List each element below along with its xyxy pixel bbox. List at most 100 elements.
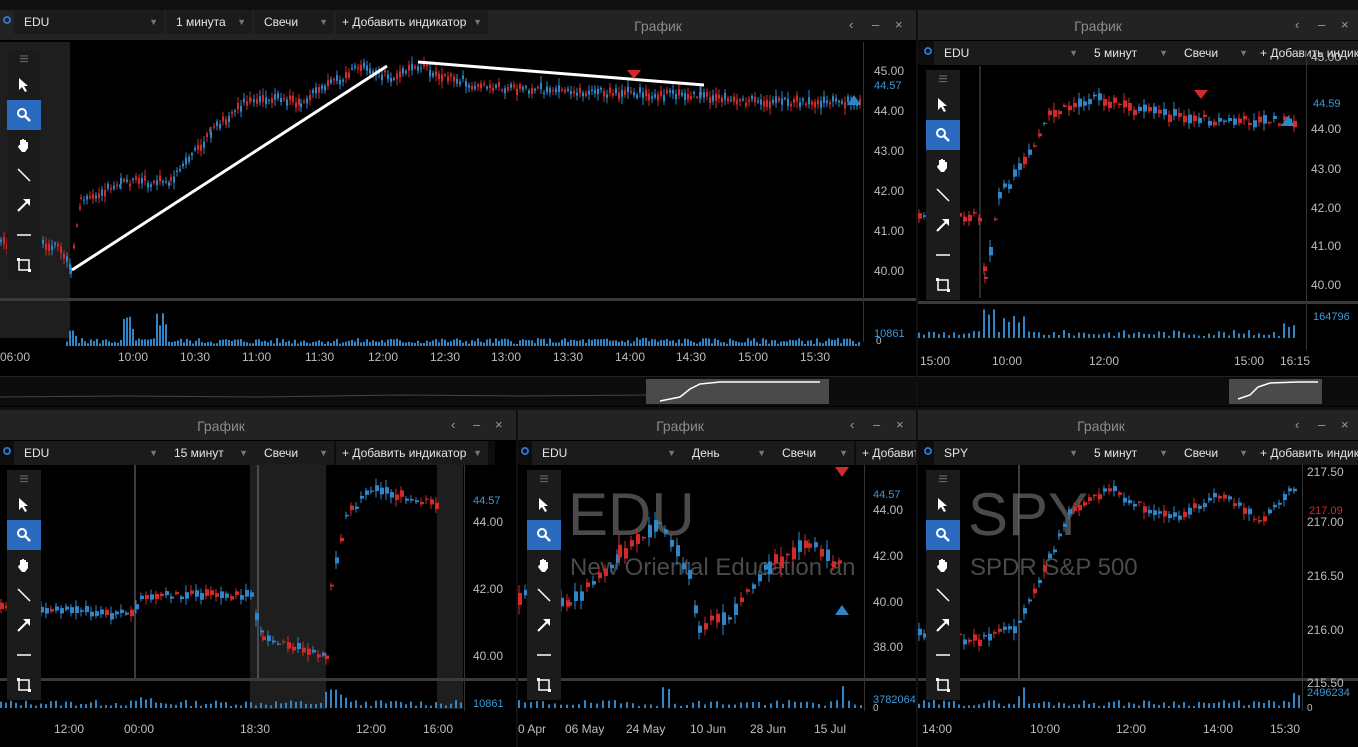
volume-bar: [783, 341, 785, 346]
hand-icon[interactable]: [7, 550, 41, 580]
window-titlebar[interactable]: График ‹ – ×: [918, 10, 1358, 40]
close-icon[interactable]: ×: [1341, 17, 1349, 32]
back-icon[interactable]: ‹: [850, 417, 854, 432]
interval-select[interactable]: День ▼: [682, 441, 772, 465]
interval-select[interactable]: 1 минута ▼: [166, 10, 252, 34]
chart-type-select[interactable]: Свечи ▼: [254, 10, 334, 34]
link-dot-icon[interactable]: [924, 447, 932, 455]
window-titlebar[interactable]: График ‹ – ×: [918, 410, 1358, 440]
link-dot-icon[interactable]: [924, 47, 932, 55]
arrow-icon[interactable]: [7, 190, 41, 220]
zoom-icon[interactable]: [7, 100, 41, 130]
link-dot-icon[interactable]: [3, 447, 11, 455]
add-indicator-button[interactable]: + Добавить: [856, 441, 916, 465]
drag-handle-icon[interactable]: ≡: [527, 470, 561, 490]
arrow-icon[interactable]: [926, 210, 960, 240]
minimize-icon[interactable]: –: [1318, 17, 1325, 32]
chart-type-select[interactable]: Свечи ▼: [772, 441, 854, 465]
candle: [534, 88, 536, 91]
chart-type-select[interactable]: Свечи ▼: [254, 441, 334, 465]
interval-select[interactable]: 5 минут ▼: [1084, 441, 1174, 465]
add-indicator-button[interactable]: + Добавить индикатор ▼: [336, 441, 488, 465]
drag-handle-icon[interactable]: ≡: [926, 470, 960, 490]
rect-icon[interactable]: [7, 250, 41, 280]
hand-icon[interactable]: [926, 550, 960, 580]
zoom-icon[interactable]: [7, 520, 41, 550]
rect-icon[interactable]: [926, 270, 960, 300]
close-icon[interactable]: ×: [1341, 417, 1349, 432]
link-dot-icon[interactable]: [3, 16, 11, 24]
symbol-input[interactable]: EDU ▼: [14, 441, 164, 465]
symbol-input[interactable]: EDU ▼: [934, 41, 1084, 65]
cursor-icon[interactable]: [527, 490, 561, 520]
cursor-icon[interactable]: [7, 70, 41, 100]
drag-handle-icon[interactable]: ≡: [926, 70, 960, 90]
cursor-icon[interactable]: [926, 490, 960, 520]
hline-icon[interactable]: [926, 640, 960, 670]
back-icon[interactable]: ‹: [849, 17, 853, 32]
hline-icon[interactable]: [926, 240, 960, 270]
line-icon[interactable]: [527, 580, 561, 610]
volume-separator[interactable]: [0, 298, 916, 301]
back-icon[interactable]: ‹: [451, 417, 455, 432]
symbol-input[interactable]: SPY ▼: [934, 441, 1084, 465]
interval-select[interactable]: 5 минут ▼: [1084, 41, 1174, 65]
minimize-icon[interactable]: –: [473, 417, 480, 432]
back-icon[interactable]: ‹: [1295, 417, 1299, 432]
drag-handle-icon[interactable]: ≡: [7, 470, 41, 490]
hand-icon[interactable]: [527, 550, 561, 580]
arrow-icon[interactable]: [527, 610, 561, 640]
volume-bar: [410, 701, 412, 708]
line-icon[interactable]: [7, 580, 41, 610]
zoom-icon[interactable]: [527, 520, 561, 550]
interval-select[interactable]: 15 минут ▼: [164, 441, 254, 465]
candle: [1008, 184, 1012, 189]
hand-icon[interactable]: [7, 130, 41, 160]
navigator-scrollbar[interactable]: [918, 376, 1358, 406]
minimize-icon[interactable]: –: [873, 417, 880, 432]
hline-icon[interactable]: [527, 640, 561, 670]
hline-icon[interactable]: [7, 640, 41, 670]
close-icon[interactable]: ×: [495, 417, 503, 432]
volume-bar: [723, 342, 725, 346]
window-titlebar[interactable]: График ‹ – ×: [518, 410, 916, 440]
line-icon[interactable]: [7, 160, 41, 190]
navigator-scrollbar[interactable]: [0, 376, 916, 406]
zoom-icon[interactable]: [926, 120, 960, 150]
line-icon[interactable]: [926, 180, 960, 210]
chart-type-select[interactable]: Свечи ▼: [1174, 41, 1254, 65]
volume-separator[interactable]: [0, 678, 516, 681]
line-icon[interactable]: [926, 580, 960, 610]
add-indicator-button[interactable]: + Добавить индикатор ▼: [336, 10, 488, 34]
minimize-icon[interactable]: –: [872, 17, 879, 32]
rect-icon[interactable]: [527, 670, 561, 700]
arrow-icon[interactable]: [7, 610, 41, 640]
rect-icon[interactable]: [926, 670, 960, 700]
symbol-input[interactable]: EDU ▼: [532, 441, 682, 465]
close-icon[interactable]: ×: [895, 17, 903, 32]
chart-type-select[interactable]: Свечи ▼: [1174, 441, 1254, 465]
arrow-icon[interactable]: [926, 610, 960, 640]
symbol-input[interactable]: EDU ▼: [14, 10, 164, 34]
volume-bar: [614, 700, 616, 708]
candle: [480, 83, 482, 89]
add-indicator-button[interactable]: + Добавить индикатор: [1254, 441, 1358, 465]
link-dot-icon[interactable]: [521, 447, 529, 455]
hline-icon[interactable]: [7, 220, 41, 250]
hand-icon[interactable]: [926, 150, 960, 180]
drag-handle-icon[interactable]: ≡: [7, 50, 41, 70]
window-titlebar[interactable]: График ‹ – ×: [0, 410, 516, 440]
back-icon[interactable]: ‹: [1295, 17, 1299, 32]
volume-bar: [150, 339, 152, 346]
volume-separator[interactable]: [918, 678, 1358, 681]
cursor-icon[interactable]: [926, 90, 960, 120]
volume-separator[interactable]: [518, 678, 916, 681]
close-icon[interactable]: ×: [896, 417, 904, 432]
cursor-icon[interactable]: [7, 490, 41, 520]
rect-icon[interactable]: [7, 670, 41, 700]
zoom-icon[interactable]: [926, 520, 960, 550]
minimize-icon[interactable]: –: [1318, 417, 1325, 432]
candle: [549, 88, 551, 93]
candle: [648, 93, 650, 101]
volume-bar: [237, 339, 239, 346]
